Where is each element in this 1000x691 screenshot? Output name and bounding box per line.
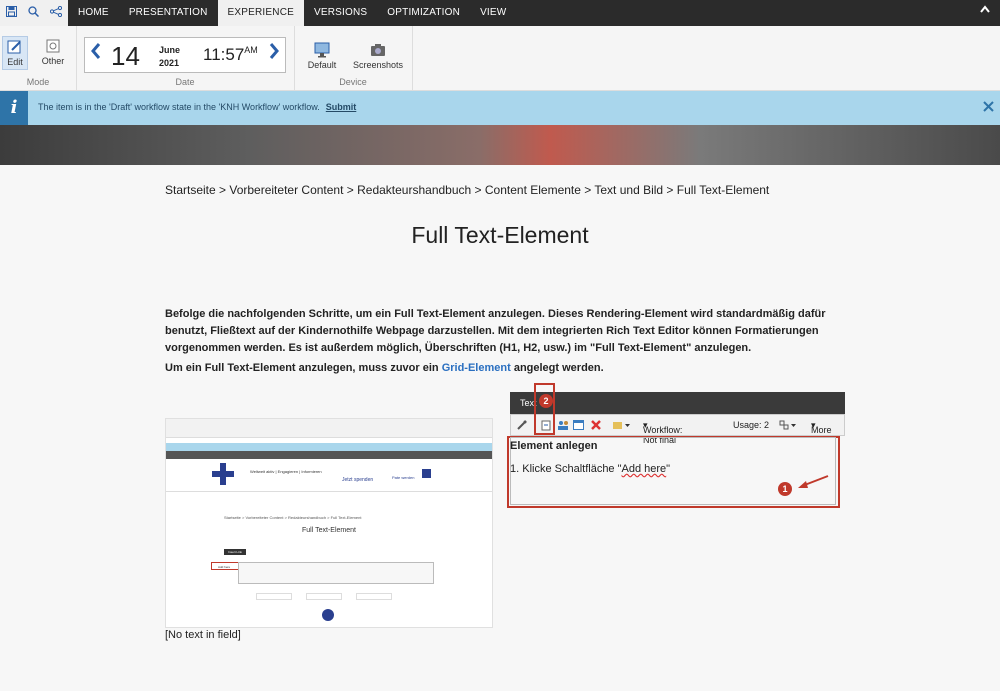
annotation-box-insert: [534, 383, 555, 435]
default-device-button[interactable]: Default: [302, 42, 342, 70]
tab-presentation[interactable]: PRESENTATION: [119, 0, 218, 26]
date-year: 2021: [159, 58, 180, 68]
annotation-arrow-icon: [798, 475, 829, 488]
save-icon[interactable]: [5, 6, 17, 20]
hero-image: [0, 125, 1000, 165]
panel-toolbar: Workflow: Not final ▾ Usage: 2 More ▾: [510, 414, 845, 445]
ribbon: Edit Other Mode 14 June 2021 11:57AM Dat…: [0, 26, 1000, 91]
collapse-ribbon-icon[interactable]: [980, 4, 990, 16]
users-icon[interactable]: [557, 420, 569, 432]
date-group-label: Date: [175, 77, 195, 87]
other-mode-button[interactable]: Other: [38, 38, 68, 66]
date-time: 11:57AM: [203, 45, 258, 64]
thumb-hero: [166, 451, 492, 459]
workflow-dropdown[interactable]: Workflow: Not final ▾: [643, 420, 682, 445]
thumb-ribbon: [166, 419, 492, 438]
thumb-add-here: Add here: [211, 562, 239, 570]
next-date-icon[interactable]: [269, 40, 279, 66]
ribbon-tab-bar: HOME PRESENTATION EXPERIENCE VERSIONS OP…: [0, 0, 1000, 26]
thumb-title: Full Text-Element: [302, 527, 356, 534]
grid-element-link[interactable]: Grid-Element: [442, 362, 511, 374]
screenshots-button[interactable]: Screenshots: [350, 42, 406, 70]
editor-content-area: Element anlegen 1. Klicke Schaltfläche "…: [507, 436, 840, 508]
monitor-icon: [314, 42, 330, 58]
share-icon[interactable]: [50, 5, 63, 20]
panel-header: Text: [510, 392, 845, 414]
tab-optimization[interactable]: OPTIMIZATION: [377, 0, 470, 26]
tab-experience[interactable]: EXPERIENCE: [217, 0, 304, 26]
notification-message: The item is in the 'Draft' workflow stat…: [38, 102, 357, 112]
content-heading: Element anlegen: [510, 440, 598, 452]
edit-mode-button[interactable]: Edit: [2, 36, 28, 70]
previous-date-icon[interactable]: [91, 40, 101, 66]
thumb-share-facebook: [256, 593, 292, 600]
tab-versions[interactable]: VERSIONS: [304, 0, 377, 26]
thumb-breadcrumb: Startseite > Vorbereiteter Content > Red…: [224, 515, 362, 520]
image-caption: [No text in field]: [165, 629, 241, 641]
thumb-search-icon: [422, 469, 431, 478]
edit-mode-label: Edit: [7, 57, 23, 67]
screenshots-label: Screenshots: [352, 60, 404, 70]
thumb-placeholder: [238, 562, 434, 584]
tools-icon[interactable]: [517, 420, 527, 432]
screenshot-thumbnail[interactable]: Weltweit aktiv | Engagieren | Informiere…: [165, 418, 493, 628]
content-step: 1. Klicke Schaltfläche "Add here": [510, 463, 671, 475]
info-icon: i: [0, 91, 28, 125]
sort-dropdown-icon[interactable]: [779, 420, 797, 432]
search-icon[interactable]: [28, 6, 40, 20]
window-icon[interactable]: [573, 420, 584, 432]
thumb-scroll-up-icon: [322, 609, 334, 621]
close-icon[interactable]: [983, 99, 994, 116]
date-picker: 14 June 2021 11:57AM: [84, 37, 286, 73]
ribbon-group-mode: Edit Other Mode: [0, 26, 77, 90]
annotation-badge-2: 2: [539, 394, 553, 408]
date-day: 14: [111, 41, 140, 71]
tab-home[interactable]: HOME: [68, 0, 119, 26]
device-group-label: Device: [339, 77, 367, 87]
thumb-pate: Pate werden: [392, 475, 415, 480]
pencil-icon: [7, 40, 21, 54]
ribbon-tabs: HOME PRESENTATION EXPERIENCE VERSIONS OP…: [68, 0, 516, 26]
ribbon-group-device: Default Screenshots Device: [294, 26, 413, 90]
delete-icon[interactable]: [591, 420, 601, 432]
workflow-notification: i The item is in the 'Draft' workflow st…: [0, 91, 1000, 125]
ribbon-group-date: 14 June 2021 11:57AM Date: [76, 26, 295, 90]
quick-access-toolbar: [0, 0, 68, 26]
eye-icon: [46, 39, 60, 53]
thumb-nav: Weltweit aktiv | Engagieren | Informiere…: [250, 469, 322, 474]
intro-text: Befolge die nachfolgenden Schritte, um e…: [165, 308, 826, 354]
date-month: June: [159, 45, 181, 55]
thumb-logo-icon: [212, 463, 234, 485]
page-title: Full Text-Element: [411, 222, 589, 248]
thumb-tooltip: Insert Link: [224, 549, 246, 555]
thumb-share-twitter: [306, 593, 342, 600]
mode-group-label: Mode: [26, 77, 50, 87]
other-mode-label: Other: [41, 56, 65, 66]
thumb-share-spacer: [366, 593, 400, 598]
camera-icon: [371, 44, 385, 56]
usage-label[interactable]: Usage: 2: [733, 420, 769, 430]
thumb-notification: [166, 443, 492, 451]
annotation-badge-1: 1: [778, 482, 792, 496]
tab-view[interactable]: VIEW: [470, 0, 516, 26]
edit-dropdown-icon[interactable]: [613, 420, 631, 432]
breadcrumb: Startseite > Vorbereiteter Content > Red…: [165, 183, 770, 197]
thumb-spenden: Jetzt spenden: [342, 477, 374, 483]
default-device-label: Default: [307, 60, 337, 70]
grid-element-sentence: Um ein Full Text-Element anzulegen, muss…: [165, 362, 604, 374]
submit-link[interactable]: Submit: [326, 102, 357, 112]
more-dropdown[interactable]: More ▾: [811, 420, 832, 435]
thumb-divider: [166, 491, 492, 492]
